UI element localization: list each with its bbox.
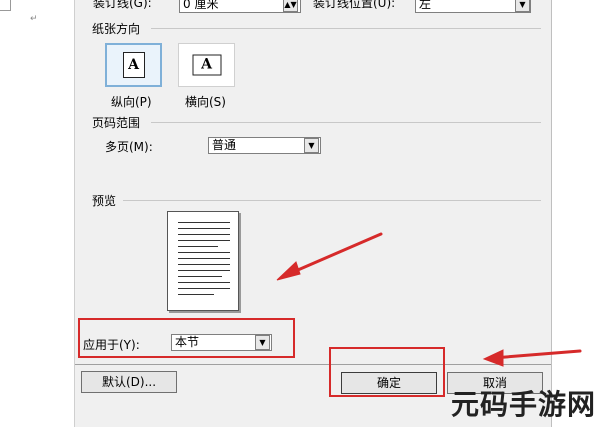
arrow-head-icon [276,261,301,281]
arrow-to-ok [491,349,582,360]
annotation-arrows [276,232,582,367]
arrow-head-icon [482,349,504,367]
site-watermark: 元码手游网 [450,388,596,421]
